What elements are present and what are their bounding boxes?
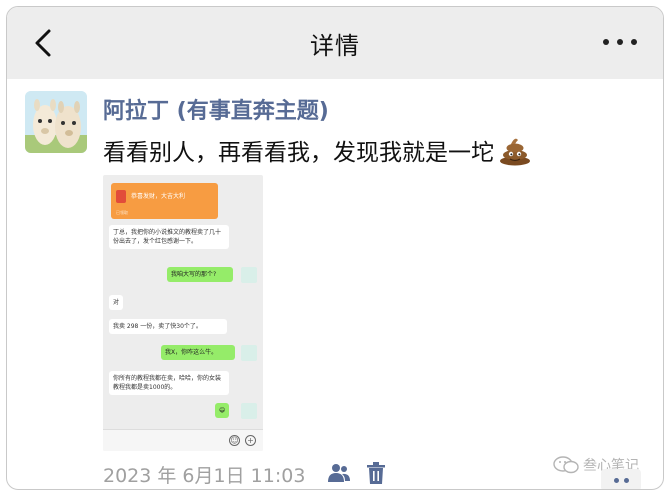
wechat-logo-icon xyxy=(553,456,579,474)
alpaca-avatar-image xyxy=(25,91,87,153)
post-text-row: 看看别人，再看看我，发现我就是一坨 xyxy=(103,133,532,167)
chat-bubble: 我咱大写的那个? xyxy=(167,267,233,282)
red-packet-message: 恭喜发财，大吉大利 已领取 xyxy=(111,183,218,219)
mini-avatar xyxy=(241,403,257,419)
author-name[interactable]: 阿拉丁 (有事直奔主题) xyxy=(103,93,329,125)
red-packet-status: 已领取 xyxy=(116,210,128,215)
chat-bubble: 我X，你咋这么牛。 xyxy=(161,345,235,360)
red-packet-text: 恭喜发财，大吉大利 xyxy=(131,193,186,200)
chat-bubble: 我卖 298 一份，卖了快30个了。 xyxy=(109,319,227,334)
chat-input-bar: ☺ + xyxy=(103,429,263,451)
trash-icon[interactable] xyxy=(365,461,387,485)
comment-dot xyxy=(623,477,629,483)
more-dot xyxy=(617,39,623,45)
more-dot xyxy=(603,39,609,45)
emoji-icon: ☺ xyxy=(229,435,240,446)
poop-icon xyxy=(500,138,530,166)
visibility-icon[interactable] xyxy=(327,462,351,484)
red-packet-icon xyxy=(116,190,126,203)
back-button[interactable] xyxy=(29,25,59,61)
page-title: 详情 xyxy=(310,31,360,60)
mini-avatar xyxy=(241,267,257,283)
mini-avatar xyxy=(241,345,257,361)
plus-icon: + xyxy=(245,435,256,446)
nav-bar: 详情 xyxy=(7,7,663,79)
screen: 详情 阿拉丁 (有事直奔主题) 看看别人，再看看我，发现我就是一坨 恭喜发财，大… xyxy=(6,6,664,490)
chat-bubble: 😄 xyxy=(215,403,230,418)
chevron-left-icon xyxy=(35,29,51,57)
post-date: 2023 年 6月1日 11:03 xyxy=(103,465,306,487)
more-button[interactable] xyxy=(603,29,637,55)
chat-bubble: 丁总，我把你的小说推文的教程卖了几十份出去了，发个红包感谢一下。 xyxy=(109,225,229,249)
comment-dot xyxy=(613,477,619,483)
chat-screenshot-image[interactable]: 恭喜发财，大吉大利 已领取 丁总，我把你的小说推文的教程卖了几十份出去了，发个红… xyxy=(103,175,263,451)
more-dot xyxy=(631,39,637,45)
author-avatar[interactable] xyxy=(25,91,87,153)
chat-bubble: 对 xyxy=(109,295,124,310)
post-text: 看看别人，再看看我，发现我就是一坨 xyxy=(103,140,494,166)
comment-button[interactable] xyxy=(601,469,641,489)
chat-bubble: 你所有的教程我都在卖，哈哈，你的女装教程我都是卖1000的。 xyxy=(109,371,229,395)
